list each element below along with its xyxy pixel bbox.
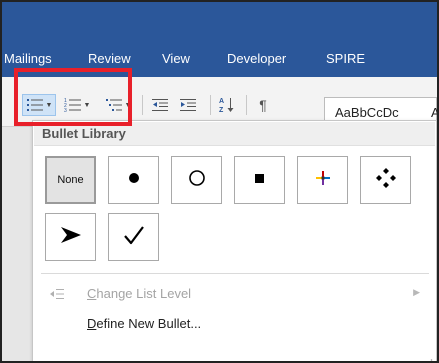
bullet-library-title: Bullet Library — [42, 126, 126, 141]
bullet-none-label: None — [57, 174, 84, 186]
decrease-indent-button[interactable] — [148, 94, 172, 116]
filled-circle-bullet-icon — [128, 171, 140, 189]
menu-divider — [41, 273, 429, 274]
bullet-hollow-circle-option[interactable] — [171, 156, 222, 204]
svg-text:Z: Z — [219, 107, 224, 114]
tab-view[interactable]: View — [162, 50, 190, 68]
svg-text:A: A — [219, 98, 224, 105]
show-formatting-button[interactable]: ¶ — [252, 94, 274, 116]
increase-indent-button[interactable] — [176, 94, 200, 116]
hollow-circle-bullet-icon — [188, 169, 206, 192]
increase-indent-icon — [179, 98, 197, 112]
toolbar-divider — [210, 95, 211, 115]
decrease-indent-icon — [151, 98, 169, 112]
change-list-level-label: Change List Level — [87, 286, 192, 301]
style-normal-preview[interactable]: AaBbCcDc — [335, 105, 399, 120]
bullet-none-option[interactable]: None — [45, 156, 96, 204]
tab-mailings[interactable]: Mailings — [4, 50, 52, 68]
toolbar-divider — [246, 95, 247, 115]
four-diamond-bullet-icon — [375, 167, 397, 194]
sort-button[interactable]: A Z — [216, 94, 238, 116]
tab-developer[interactable]: Developer — [227, 50, 286, 68]
submenu-arrow-icon: ▶ — [413, 287, 420, 297]
change-list-level-icon — [49, 287, 65, 305]
word-window: Mailings Review View Developer SPIRE ▼ 1… — [0, 0, 439, 363]
bullet-library-dropdown: Bullet Library None Change List Level ▶ … — [32, 120, 437, 361]
cross-star-bullet-icon — [315, 170, 331, 191]
bullet-filled-circle-option[interactable] — [108, 156, 159, 204]
checkmark-bullet-icon — [123, 225, 145, 250]
sort-icon: A Z — [219, 96, 235, 114]
style-next-preview[interactable]: A — [431, 105, 437, 120]
tab-review[interactable]: Review — [88, 50, 131, 68]
arrowhead-bullet-icon — [59, 225, 83, 250]
filled-square-bullet-icon — [254, 171, 265, 189]
bullet-cross-star-option[interactable] — [297, 156, 348, 204]
bullet-four-diamond-option[interactable] — [360, 156, 411, 204]
toolbar-divider — [142, 95, 143, 115]
pilcrow-icon: ¶ — [259, 97, 267, 113]
resize-grip-icon[interactable] — [425, 353, 433, 361]
define-new-bullet-item[interactable]: Define New Bullet... — [33, 311, 436, 337]
change-list-level-item[interactable]: Change List Level ▶ — [33, 281, 436, 307]
bullets-highlight-box — [14, 68, 132, 126]
bullet-checkmark-option[interactable] — [108, 213, 159, 261]
define-new-bullet-label: Define New Bullet... — [87, 316, 202, 331]
tab-spire[interactable]: SPIRE — [326, 50, 365, 68]
bullet-filled-square-option[interactable] — [234, 156, 285, 204]
bullet-arrowhead-option[interactable] — [45, 213, 96, 261]
